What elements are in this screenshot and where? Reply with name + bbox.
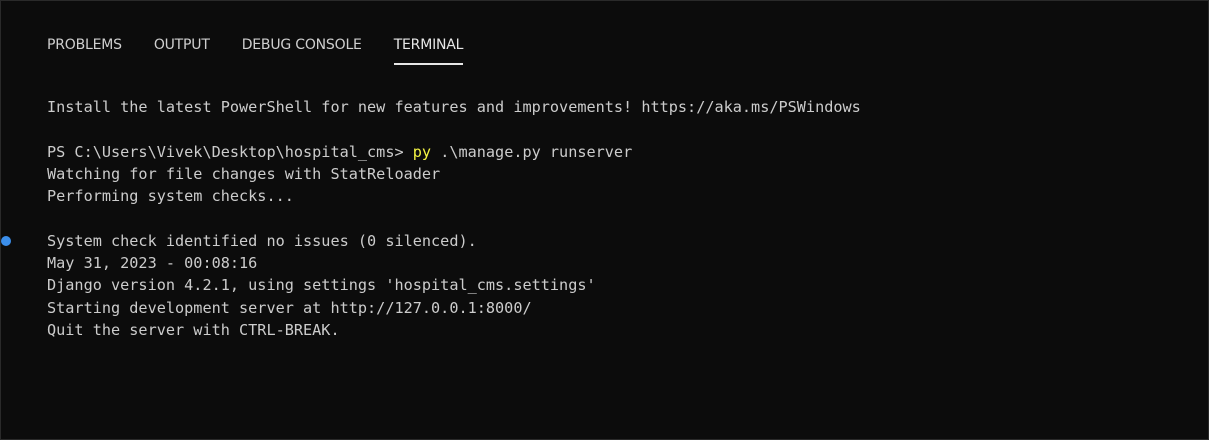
output-line-decorated: System check identified no issues (0 sil… bbox=[1, 230, 1209, 252]
command-decoration-dot-icon[interactable] bbox=[1, 235, 11, 246]
terminal-panel: PROBLEMS OUTPUT DEBUG CONSOLE TERMINAL I… bbox=[0, 0, 1209, 440]
output-line: Django version 4.2.1, using settings 'ho… bbox=[47, 276, 596, 295]
output-text: System check identified no issues (0 sil… bbox=[47, 231, 477, 250]
command-line: PS C:\Users\Vivek\Desktop\hospital_cms> … bbox=[1, 141, 1209, 163]
tab-output[interactable]: OUTPUT bbox=[154, 29, 210, 61]
command-arguments: .\manage.py runserver bbox=[431, 142, 633, 161]
output-line: Starting development server at http://12… bbox=[47, 298, 532, 317]
output-line: Watching for file changes with StatReloa… bbox=[47, 164, 441, 183]
tab-debug-console[interactable]: DEBUG CONSOLE bbox=[242, 29, 362, 61]
panel-tabs: PROBLEMS OUTPUT DEBUG CONSOLE TERMINAL bbox=[29, 29, 495, 73]
output-line: Quit the server with CTRL-BREAK. bbox=[47, 320, 340, 339]
terminal-banner-line: Install the latest PowerShell for new fe… bbox=[47, 98, 861, 116]
tab-problems[interactable]: PROBLEMS bbox=[47, 29, 122, 61]
command-executable: py bbox=[412, 142, 432, 161]
output-line: Performing system checks... bbox=[47, 187, 294, 206]
terminal-output[interactable]: Install the latest PowerShell for new fe… bbox=[1, 96, 1209, 341]
prompt: PS C:\Users\Vivek\Desktop\hospital_cms> bbox=[47, 142, 413, 161]
tab-terminal[interactable]: TERMINAL bbox=[393, 29, 463, 65]
output-line: May 31, 2023 - 00:08:16 bbox=[47, 254, 258, 273]
